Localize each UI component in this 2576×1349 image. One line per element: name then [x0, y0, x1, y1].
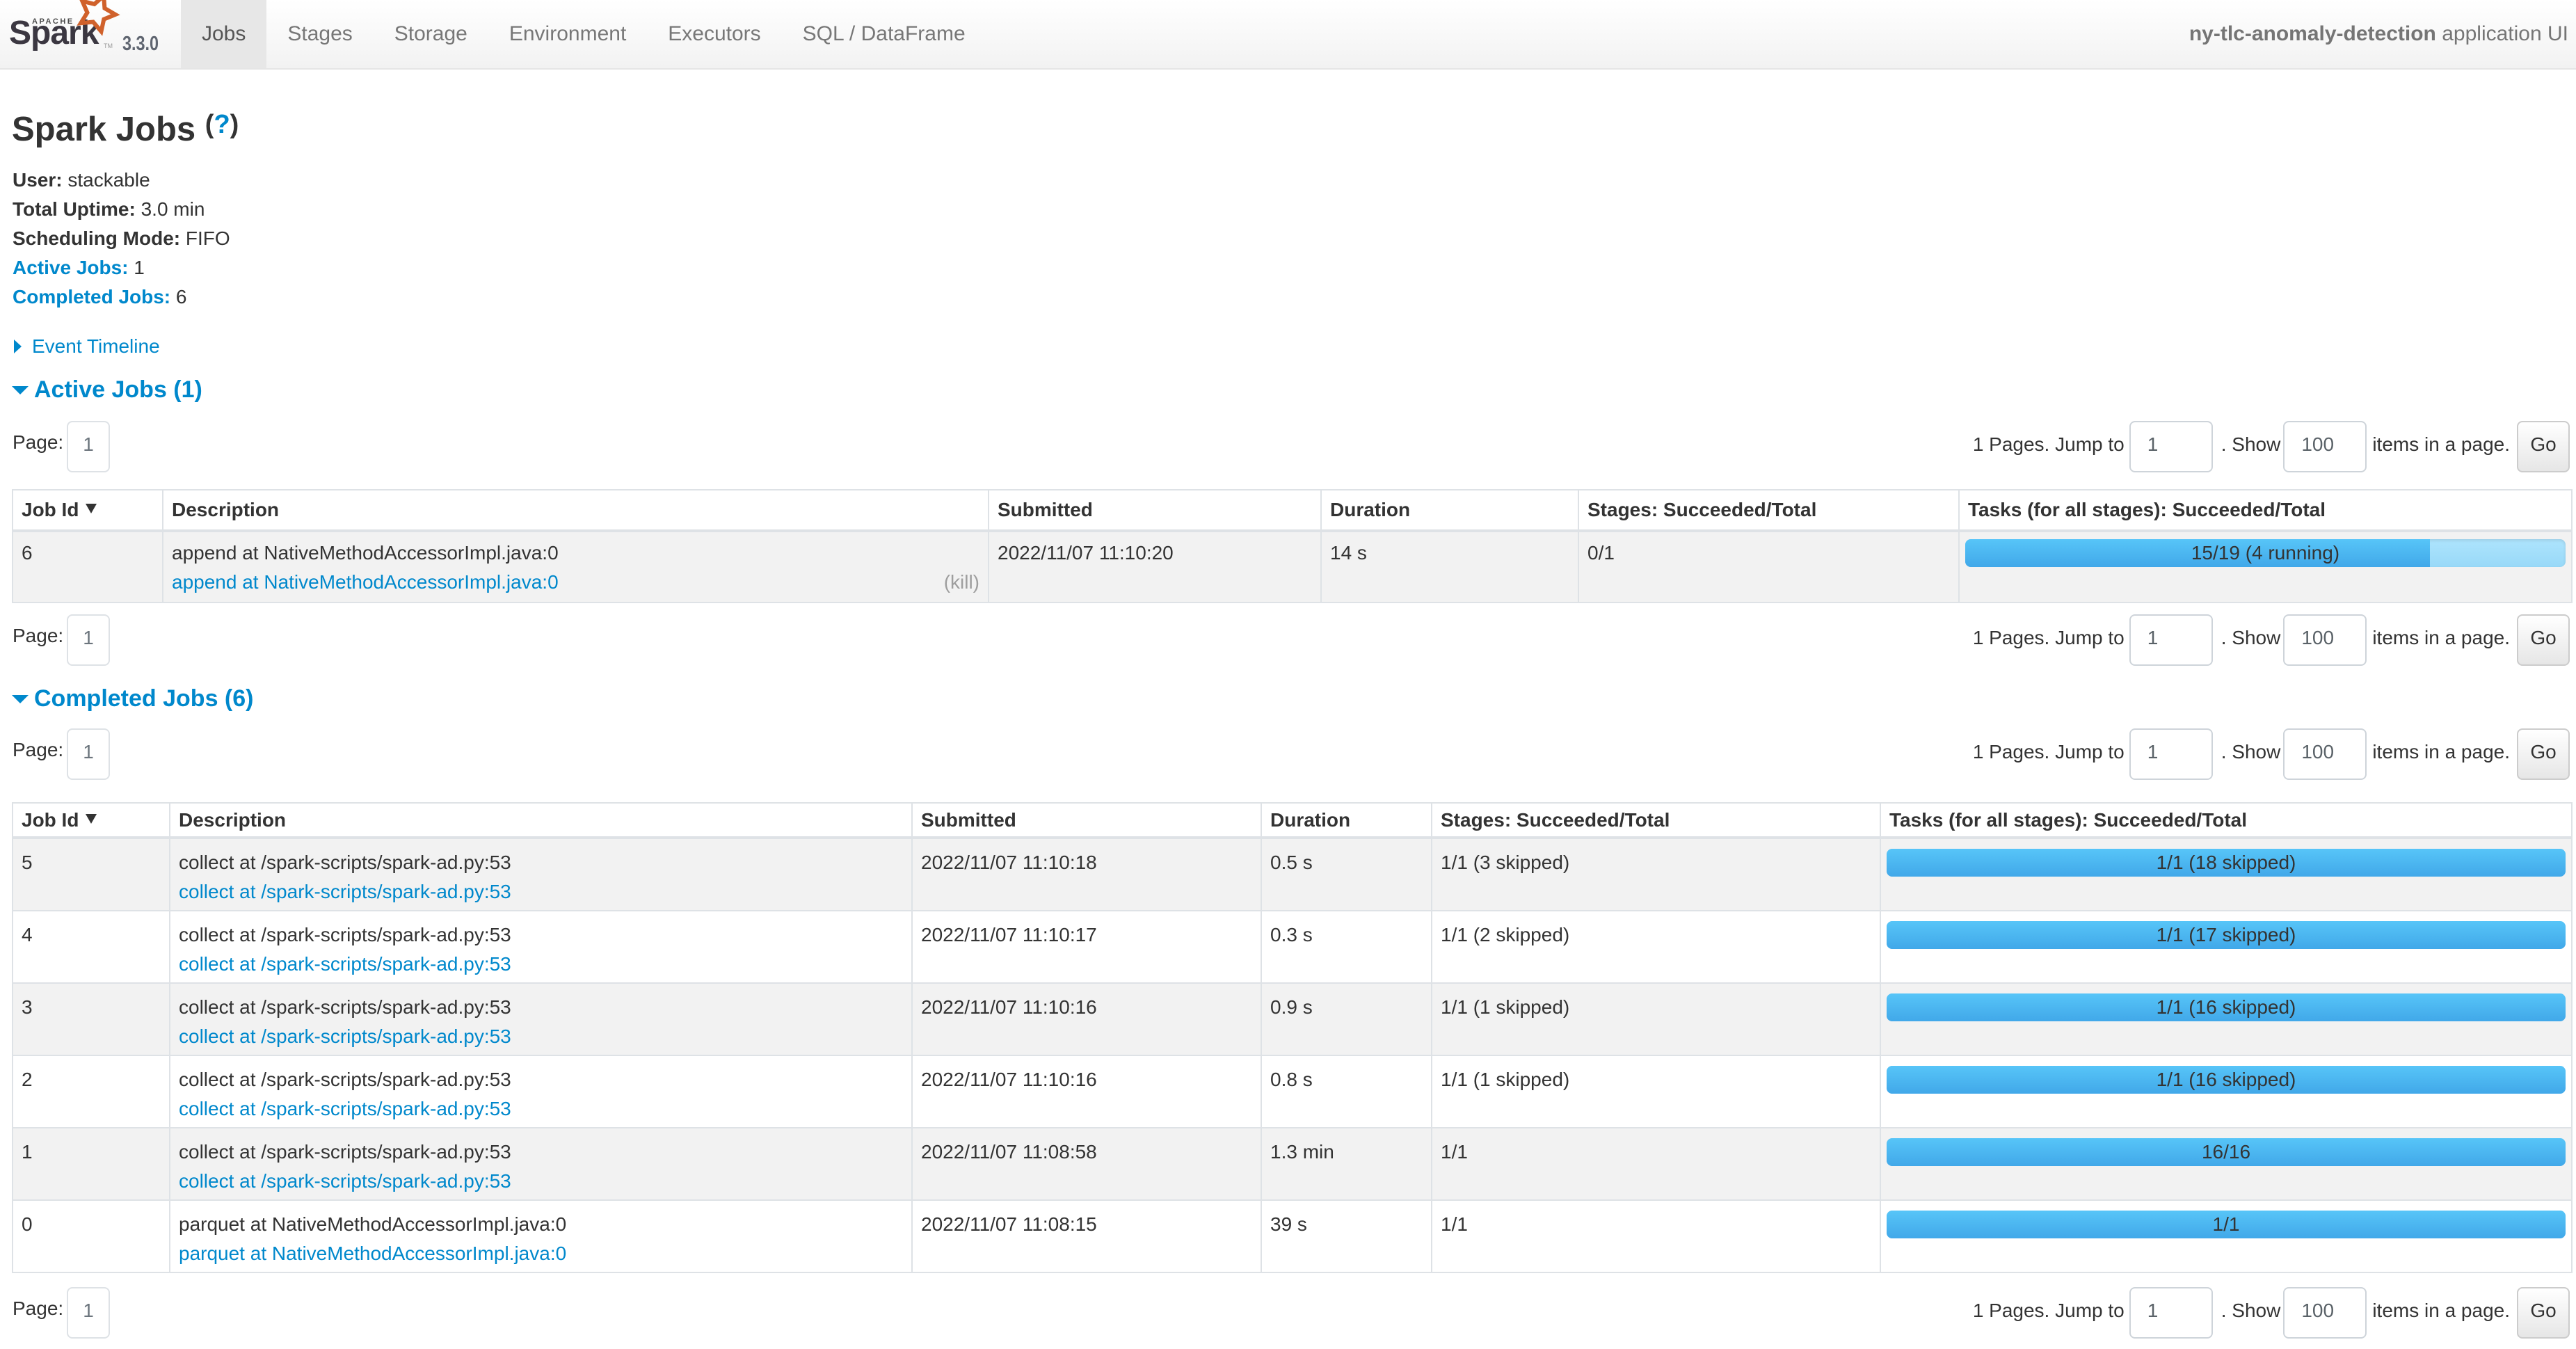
svg-text:Spark: Spark: [9, 15, 99, 51]
svg-text:3.3.0: 3.3.0: [122, 33, 159, 55]
svg-text:TM: TM: [104, 42, 113, 49]
